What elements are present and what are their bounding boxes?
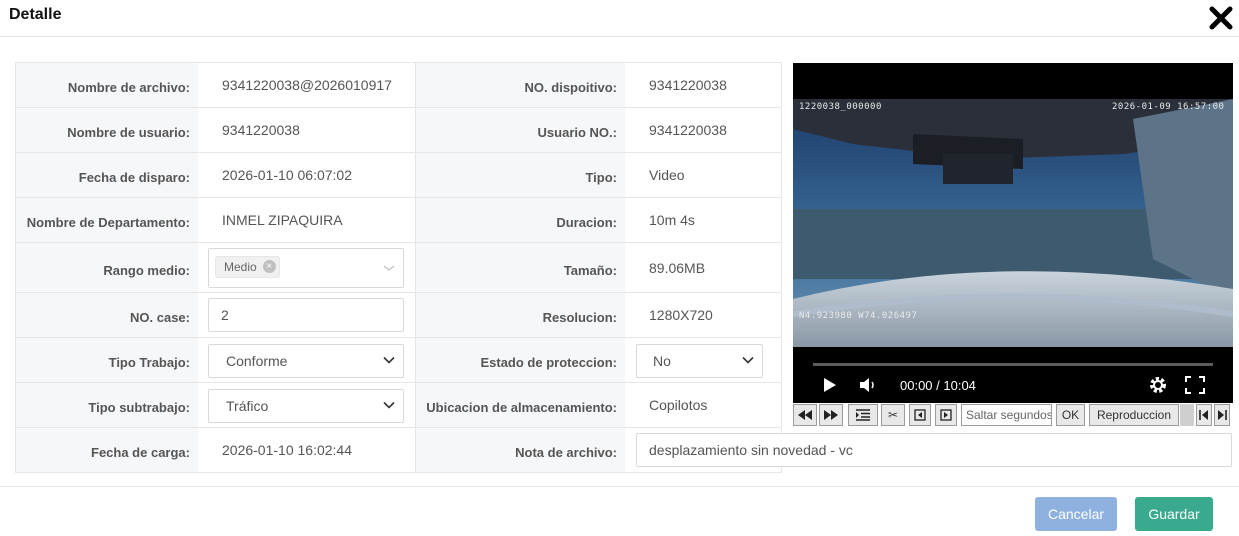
save-button[interactable]: Guardar [1135, 497, 1213, 531]
value-departamento: INMEL ZIPAQUIRA [222, 212, 343, 228]
progress-track[interactable] [813, 363, 1213, 366]
fullscreen-icon[interactable] [1185, 376, 1205, 394]
video-player[interactable]: 1220038_000000 2026-01-09 16:57:00 N4.92… [793, 63, 1233, 403]
tipo-subtrabajo-select[interactable]: Tráfico [208, 389, 404, 423]
skip-end-icon[interactable] [1214, 404, 1230, 426]
table-row: Tipo Trabajo: Conforme Estado de protecc… [16, 338, 781, 383]
dialog-header: Detalle [0, 0, 1239, 37]
player-toolbar: ✂ Saltar segundos OK Reproduccion [793, 404, 1233, 428]
label-fecha-carga: Fecha de carga: [16, 428, 198, 472]
no-case-input[interactable]: 2 [208, 298, 404, 332]
scissors-icon[interactable]: ✂ [881, 404, 905, 426]
value-ubicacion: Copilotos [649, 397, 708, 413]
rango-medio-select[interactable]: Medio × [208, 248, 404, 288]
value-tipo: Video [649, 167, 685, 183]
value-no-dispositivo: 9341220038 [649, 77, 727, 93]
osd-timestamp: 2026-01-09 16:57:00 [1112, 102, 1225, 112]
toolbar-scroll-gap [1180, 404, 1194, 426]
playlist-icon[interactable] [848, 404, 878, 426]
value-fecha-disparo: 2026-01-10 06:07:02 [222, 167, 352, 183]
dialog-title: Detalle [9, 6, 62, 23]
osd-coordinates: N4.923980 W74.026497 [799, 311, 918, 321]
label-ubicacion: Ubicacion de almacenamiento: [415, 383, 625, 427]
value-usuario-no: 9341220038 [649, 122, 727, 138]
video-frame: 1220038_000000 2026-01-09 16:57:00 N4.92… [793, 99, 1233, 347]
label-tipo-trabajo: Tipo Trabajo: [16, 338, 198, 382]
chevron-down-icon [383, 401, 395, 409]
label-tipo-subtrabajo: Tipo subtrabajo: [16, 383, 198, 427]
estado-proteccion-select[interactable]: No [636, 344, 763, 378]
chevron-down-icon [383, 265, 395, 271]
label-no-dispositivo: NO. dispoitivo: [415, 63, 625, 107]
value-tamano: 89.06MB [649, 260, 706, 276]
rango-tag: Medio × [215, 256, 280, 278]
fast-forward-icon[interactable] [819, 404, 843, 426]
detail-table: Nombre de archivo: 9341220038@2026010917… [15, 62, 782, 473]
footer-divider [0, 486, 1239, 487]
label-usuario-no: Usuario NO.: [415, 108, 625, 152]
label-resolucion: Resolucion: [415, 293, 625, 337]
label-no-case: NO. case: [16, 293, 198, 337]
seek-seconds-input[interactable]: Saltar segundos [961, 404, 1052, 426]
rango-tag-label: Medio [224, 260, 257, 274]
value-nombre-archivo: 9341220038@2026010917 [222, 77, 392, 93]
tipo-subtrabajo-value: Tráfico [226, 398, 269, 414]
chevron-down-icon [742, 356, 754, 364]
label-duracion: Duracion: [415, 198, 625, 242]
close-icon[interactable] [1207, 4, 1235, 32]
prev-frame-icon[interactable] [909, 404, 931, 426]
osd-device: 1220038_000000 [799, 102, 882, 112]
table-row: NO. case: 2 Resolucion: 1280X720 [16, 293, 781, 338]
table-row: Rango medio: Medio × Tamaño: 89.06MB [16, 243, 781, 293]
label-nombre-usuario: Nombre de usuario: [16, 108, 198, 152]
label-fecha-disparo: Fecha de disparo: [16, 153, 198, 197]
label-tipo: Tipo: [415, 153, 625, 197]
value-fecha-carga: 2026-01-10 16:02:44 [222, 442, 352, 458]
value-nombre-usuario: 9341220038 [222, 122, 300, 138]
label-departamento: Nombre de Departamento: [16, 198, 198, 242]
playback-mode-button[interactable]: Reproduccion [1089, 404, 1179, 426]
value-resolucion: 1280X720 [649, 307, 713, 323]
cancel-button[interactable]: Cancelar [1035, 497, 1117, 531]
label-rango-medio: Rango medio: [16, 243, 198, 292]
label-estado-proteccion: Estado de proteccion: [415, 338, 625, 382]
label-nota: Nota de archivo: [415, 428, 625, 472]
tag-remove-icon[interactable]: × [262, 260, 276, 273]
value-duracion: 10m 4s [649, 212, 695, 228]
volume-icon[interactable] [859, 376, 879, 394]
settings-gear-icon[interactable] [1148, 375, 1168, 395]
table-row: Fecha de disparo: 2026-01-10 06:07:02 Ti… [16, 153, 781, 198]
estado-proteccion-value: No [653, 353, 671, 369]
play-icon[interactable] [823, 377, 837, 393]
seek-ok-button[interactable]: OK [1056, 404, 1085, 426]
table-row: Nombre de Departamento: INMEL ZIPAQUIRA … [16, 198, 781, 243]
label-tamano: Tamaño: [415, 243, 625, 292]
tipo-trabajo-value: Conforme [226, 353, 288, 369]
skip-start-icon[interactable] [1196, 404, 1212, 426]
rewind-icon[interactable] [793, 404, 817, 426]
table-row: Nombre de archivo: 9341220038@2026010917… [16, 63, 781, 108]
next-frame-icon[interactable] [935, 404, 957, 426]
table-row: Nombre de usuario: 9341220038 Usuario NO… [16, 108, 781, 153]
chevron-down-icon [383, 356, 395, 364]
tipo-trabajo-select[interactable]: Conforme [208, 344, 404, 378]
nota-archivo-input[interactable]: desplazamiento sin novedad - vc [636, 433, 1232, 467]
video-time: 00:00 / 10:04 [900, 378, 976, 393]
label-nombre-archivo: Nombre de archivo: [16, 63, 198, 107]
table-row: Tipo subtrabajo: Tráfico Ubicacion de al… [16, 383, 781, 428]
